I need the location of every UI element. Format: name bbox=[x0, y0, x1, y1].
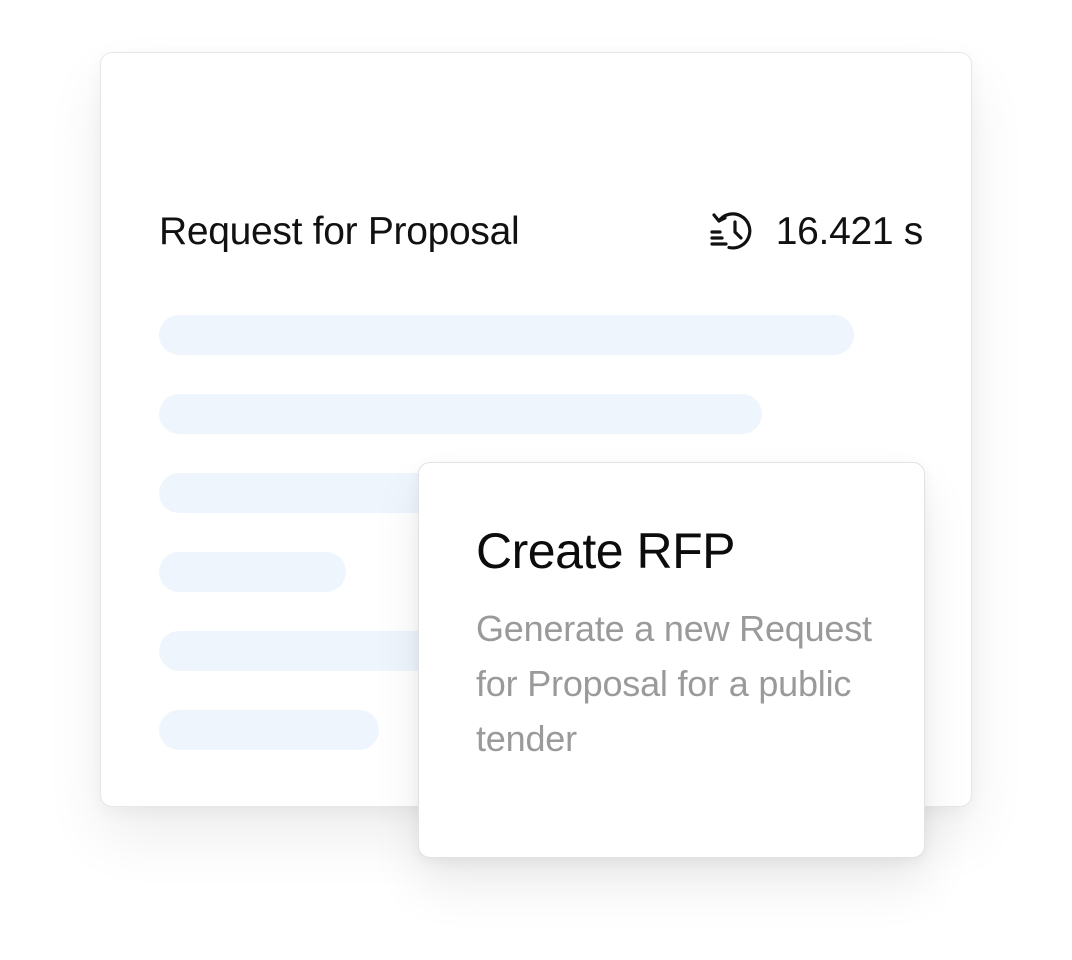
timer: 16.421 s bbox=[708, 208, 923, 256]
document-title: Request for Proposal bbox=[159, 210, 520, 253]
elapsed-time: 16.421 s bbox=[775, 210, 924, 253]
stage: Request for Proposal 16.421 s Create RFP bbox=[0, 0, 1072, 960]
popup-title: Create RFP bbox=[476, 523, 735, 579]
skeleton-line bbox=[159, 315, 854, 355]
skeleton-line bbox=[159, 710, 379, 750]
popup-description: Generate a new Request for Proposal for … bbox=[476, 608, 872, 759]
create-rfp-card[interactable]: Create RFP Generate a new Request for Pr… bbox=[418, 462, 925, 858]
skeleton-line bbox=[159, 394, 762, 434]
skeleton-line bbox=[159, 552, 346, 592]
clock-history-icon bbox=[710, 212, 752, 250]
